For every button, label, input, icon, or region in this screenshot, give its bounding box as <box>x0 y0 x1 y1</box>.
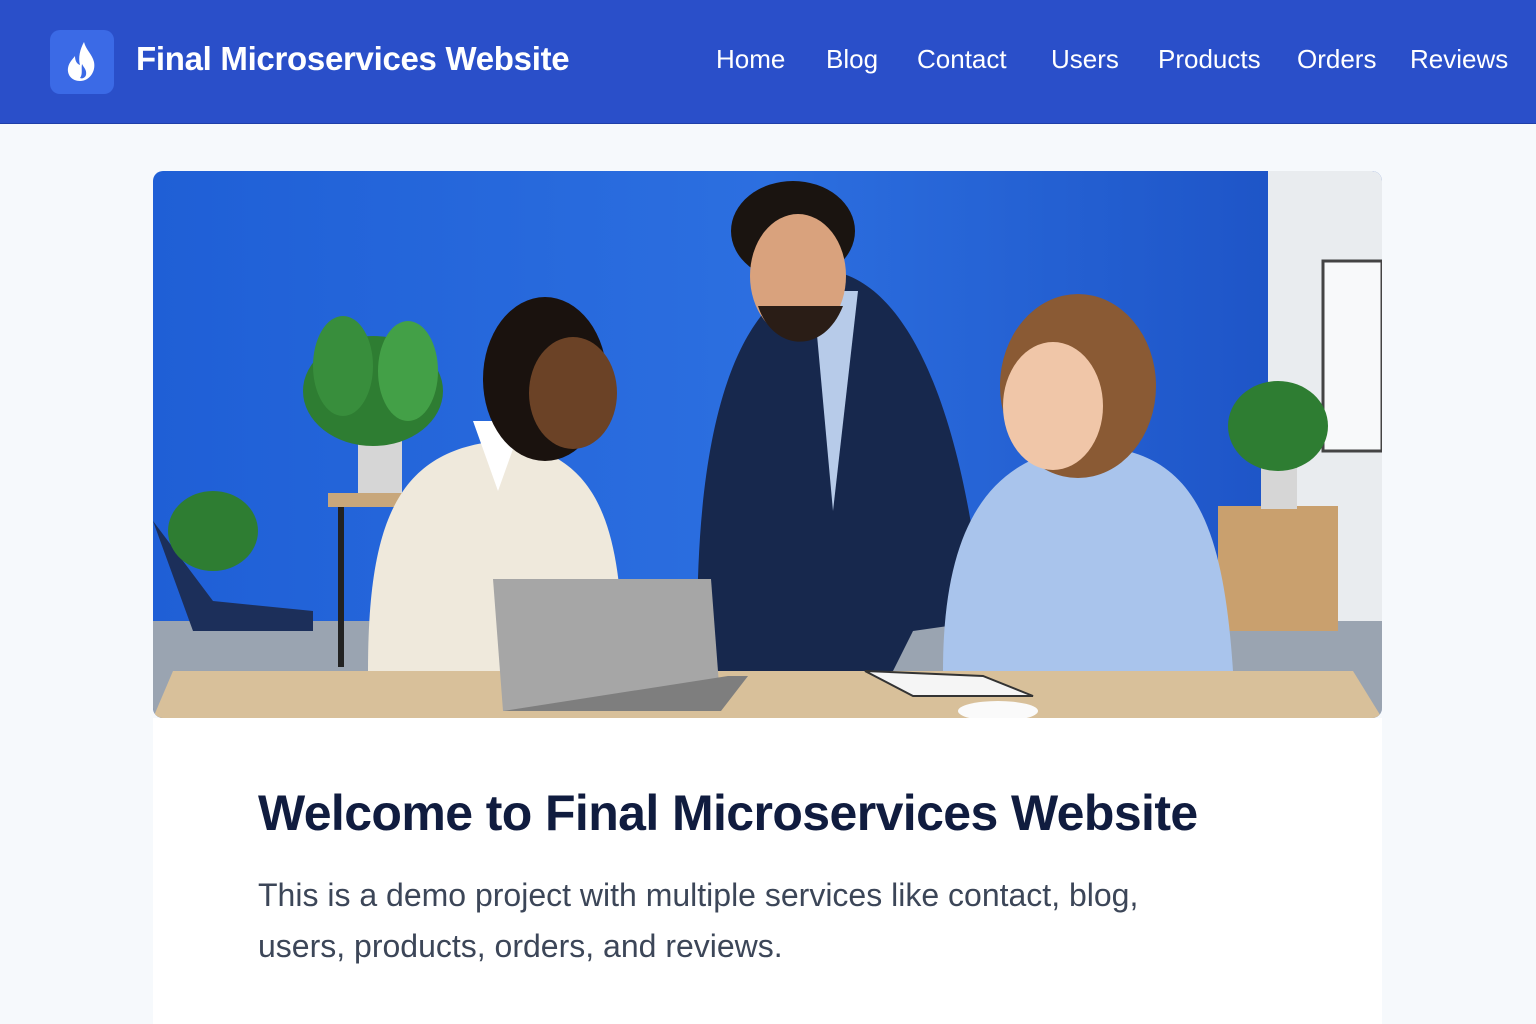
nav-link-orders[interactable]: Orders <box>1297 44 1376 75</box>
nav-link-products[interactable]: Products <box>1158 44 1261 75</box>
nav-link-reviews[interactable]: Reviews <box>1410 44 1508 75</box>
nav-link-contact[interactable]: Contact <box>917 44 1007 75</box>
brand-logo-icon[interactable] <box>50 30 114 94</box>
page-description: This is a demo project with multiple ser… <box>258 877 1139 964</box>
team-photo-illustration <box>153 171 1382 718</box>
nav-link-users[interactable]: Users <box>1051 44 1119 75</box>
page-title: Welcome to Final Microservices Website <box>258 785 1198 841</box>
hero-image <box>153 171 1382 718</box>
top-navbar: Final Microservices Website Home Blog Co… <box>0 0 1536 124</box>
nav-link-home[interactable]: Home <box>716 44 785 75</box>
flame-icon <box>67 42 95 81</box>
nav-link-blog[interactable]: Blog <box>826 44 878 75</box>
welcome-card: Welcome to Final Microservices Website T… <box>153 718 1382 1024</box>
brand-title[interactable]: Final Microservices Website <box>136 40 570 78</box>
